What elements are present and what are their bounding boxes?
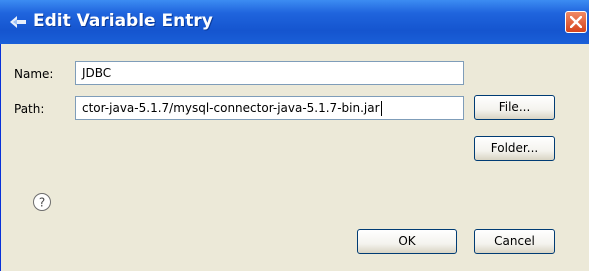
- path-label: Path:: [14, 102, 45, 116]
- name-value: JDBC: [82, 66, 112, 80]
- name-label: Name:: [14, 67, 54, 81]
- help-icon[interactable]: ?: [32, 192, 52, 212]
- folder-button[interactable]: Folder...: [474, 136, 555, 161]
- svg-text:?: ?: [39, 196, 45, 210]
- file-button[interactable]: File...: [474, 95, 555, 120]
- eclipse-dialog-icon: [10, 16, 26, 28]
- path-value: ctor-java-5.1.7/mysql-connector-java-5.1…: [82, 101, 380, 115]
- edit-variable-entry-dialog: Edit Variable Entry Name: JDBC Path: cto…: [0, 0, 589, 271]
- dialog-title: Edit Variable Entry: [33, 11, 213, 31]
- text-caret: [380, 101, 382, 116]
- path-field[interactable]: ctor-java-5.1.7/mysql-connector-java-5.1…: [75, 96, 464, 120]
- title-bar[interactable]: Edit Variable Entry: [0, 0, 589, 44]
- cancel-button[interactable]: Cancel: [474, 229, 555, 254]
- dialog-body: Name: JDBC Path: ctor-java-5.1.7/mysql-c…: [0, 44, 589, 271]
- ok-button[interactable]: OK: [357, 229, 457, 254]
- name-field[interactable]: JDBC: [75, 61, 464, 85]
- close-icon: [570, 16, 582, 28]
- close-button[interactable]: [565, 11, 587, 33]
